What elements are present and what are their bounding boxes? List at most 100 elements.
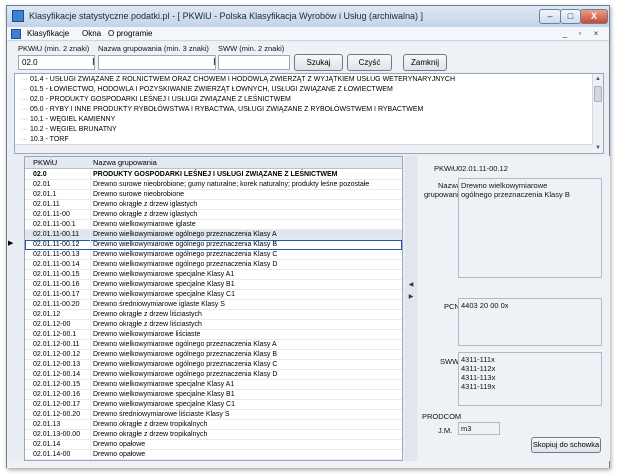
cell-pkwiu[interactable]: 02.01.12-00.20 <box>33 410 91 419</box>
collapse-left-icon[interactable]: ◀ <box>407 281 415 290</box>
menu-klasyfikacje[interactable]: Klasyfikacje <box>27 29 69 38</box>
table-row[interactable]: 02.01 Drewno surowe nieobrobione; gumy na… <box>25 180 402 190</box>
cell-name[interactable]: Drewno wielkowymiarowe specjalne Klasy C… <box>93 290 235 299</box>
cell-pkwiu[interactable]: 02.01.12-00.13 <box>33 360 91 369</box>
cell-name[interactable]: Drewno wielkowymiarowe specjalne Klasy C… <box>93 400 235 409</box>
classification-tree[interactable]: ··· 01.4 - USŁUGI ZWIĄZANE Z ROLNICTWEM … <box>14 73 604 154</box>
table-row[interactable]: 02.0 PRODUKTY GOSPODARKI LEŚNEJ I USŁUGI … <box>25 170 402 180</box>
close-window-button[interactable]: X <box>580 9 608 24</box>
cell-name[interactable]: Drewno okrągłe z drzew iglastych <box>93 200 197 209</box>
table-row[interactable]: 02.01.12-00.15 Drewno wielkowymiarowe spe… <box>25 380 402 390</box>
cell-pkwiu[interactable]: 02.01.11 <box>33 200 91 209</box>
name-filter-input[interactable] <box>98 55 216 70</box>
cell-name[interactable]: Drewno wielkowymiarowe specjalne Klasy A… <box>93 380 234 389</box>
table-row[interactable]: 02.01.11-00.20 Drewno średniowymiarowe ig… <box>25 300 402 310</box>
cell-pkwiu[interactable]: 02.01.13-00.00 <box>33 430 91 439</box>
close-button[interactable]: Zamknij <box>403 54 447 71</box>
minimize-button[interactable]: – <box>539 9 561 24</box>
tree-vertical-scrollbar[interactable]: ▲ ▼ <box>592 74 603 153</box>
table-row[interactable]: 02.01.11 Drewno okrągłe z drzew iglastych <box>25 200 402 210</box>
cell-pkwiu[interactable]: 02.01.11-00.12 <box>33 240 91 249</box>
title-bar[interactable]: Klasyfikacje statystyczne podatki.pl - [… <box>7 6 609 27</box>
cell-pkwiu[interactable]: 02.01.14-00 <box>33 450 91 459</box>
tree-item[interactable]: ··· 10.2 - WĘGIEL BRUNATNY <box>21 125 117 135</box>
cell-name[interactable]: Drewno wielkowymiarowe specjalne Klasy A… <box>93 270 234 279</box>
cell-name[interactable]: Drewno wielkowymiarowe specjalne Klasy B… <box>93 280 235 289</box>
cell-pkwiu[interactable]: 02.01.12-00.16 <box>33 390 91 399</box>
table-row[interactable]: 02.01.11-00.16 Drewno wielkowymiarowe spe… <box>25 280 402 290</box>
cell-pkwiu[interactable]: 02.0 <box>33 170 91 179</box>
maximize-button[interactable]: □ <box>560 9 581 24</box>
table-row[interactable]: 02.01.13-00.00 Drewno okrągłe z drzew tro… <box>25 430 402 440</box>
cell-name[interactable]: Drewno opałowe <box>93 440 145 449</box>
menu-o-programie[interactable]: O programie <box>108 29 152 38</box>
expand-right-icon[interactable]: ▶ <box>407 293 415 302</box>
table-row[interactable]: 02.01.12-00.1 Drewno wielkowymiarowe liśc… <box>25 330 402 340</box>
cell-name[interactable]: Drewno wielkowymiarowe ogólnego przeznac… <box>93 260 277 269</box>
table-row[interactable]: 02.01.12-00.14 Drewno wielkowymiarowe ogó… <box>25 370 402 380</box>
cell-name[interactable]: Drewno wielkowymiarowe ogólnego przeznac… <box>93 360 277 369</box>
table-row[interactable]: 02.01.11-00.14 Drewno wielkowymiarowe ogó… <box>25 260 402 270</box>
scroll-down-icon[interactable]: ▼ <box>593 143 603 153</box>
scroll-up-icon[interactable]: ▲ <box>593 74 603 84</box>
table-row[interactable]: 02.01.11-00 Drewno okrągłe z drzew iglast… <box>25 210 402 220</box>
mdi-child-icon[interactable] <box>11 29 21 39</box>
cell-pkwiu[interactable]: 02.01.12-00.11 <box>33 340 91 349</box>
table-row[interactable]: 02.01.1 Drewno surowe nieobrobione <box>25 190 402 200</box>
results-grid[interactable]: PKWiU Nazwa grupowania 02.0 PRODUKTY GOSP… <box>24 156 403 461</box>
cell-pkwiu[interactable]: 02.01.11-00 <box>33 210 91 219</box>
table-row[interactable]: 02.01.14-00 Drewno opałowe <box>25 450 402 460</box>
cell-name[interactable]: Drewno wielkowymiarowe ogólnego przeznac… <box>93 250 277 259</box>
cell-name[interactable]: Drewno wielkowymiarowe iglaste <box>93 220 196 229</box>
table-row[interactable]: 02.01.12 Drewno okrągłe z drzew liściasty… <box>25 310 402 320</box>
cell-name[interactable]: Drewno opałowe <box>93 450 145 459</box>
mdi-close-button[interactable]: × <box>590 29 602 39</box>
table-row[interactable]: 02.01.11-00.11 Drewno wielkowymiarowe ogó… <box>25 230 402 240</box>
table-row[interactable]: 02.01.11-00.17 Drewno wielkowymiarowe spe… <box>25 290 402 300</box>
cell-name[interactable]: Drewno wielkowymiarowe ogólnego przeznac… <box>93 230 277 239</box>
table-row[interactable]: 02.01.12-00.17 Drewno wielkowymiarowe spe… <box>25 400 402 410</box>
cell-name[interactable]: Drewno surowe nieobrobione; gumy natural… <box>93 180 369 189</box>
cell-name[interactable]: Drewno okrągłe z drzew iglastych <box>93 210 197 219</box>
cell-pkwiu[interactable]: 02.01.11-00.1 <box>33 220 91 229</box>
cell-pkwiu[interactable]: 02.01.12-00.17 <box>33 400 91 409</box>
table-row[interactable]: 02.01.12-00.11 Drewno wielkowymiarowe ogó… <box>25 340 402 350</box>
menu-okna[interactable]: Okna <box>82 29 101 38</box>
table-row[interactable]: 02.01.11-00.12 Drewno wielkowymiarowe ogó… <box>25 240 402 250</box>
cell-name[interactable]: Drewno wielkowymiarowe ogólnego przeznac… <box>93 350 277 359</box>
cell-pkwiu[interactable]: 02.01.11-00.14 <box>33 260 91 269</box>
pkwiu-filter-input[interactable] <box>18 55 95 70</box>
col-header-pkwiu[interactable]: PKWiU <box>33 158 57 167</box>
table-row[interactable]: 02.01.12-00.20 Drewno średniowymiarowe li… <box>25 410 402 420</box>
cell-pkwiu[interactable]: 02.01.14 <box>33 440 91 449</box>
table-row[interactable]: 02.01.11-00.13 Drewno wielkowymiarowe ogó… <box>25 250 402 260</box>
cell-pkwiu[interactable]: 02.01.1 <box>33 190 91 199</box>
table-row[interactable]: 02.01.14 Drewno opałowe <box>25 440 402 450</box>
table-row[interactable]: 02.01.12-00.13 Drewno wielkowymiarowe ogó… <box>25 360 402 370</box>
cell-name[interactable]: Drewno wielkowymiarowe ogólnego przeznac… <box>93 340 277 349</box>
cell-name[interactable]: Drewno okrągłe z drzew liściastych <box>93 320 202 329</box>
tree-item[interactable]: ··· 10.1 - WĘGIEL KAMIENNY <box>21 115 115 125</box>
cell-pkwiu[interactable]: 02.01.11-00.13 <box>33 250 91 259</box>
panel-splitter[interactable]: ◀ ▶ <box>405 156 417 461</box>
tree-item[interactable]: ··· 01.5 - ŁOWIECTWO, HODOWLA I POZYSKIW… <box>21 85 393 95</box>
cell-name[interactable]: Drewno surowe nieobrobione <box>93 190 184 199</box>
table-row[interactable]: 02.01.13 Drewno okrągłe z drzew tropikaln… <box>25 420 402 430</box>
cell-name[interactable]: Drewno średniowymiarowe iglaste Klasy S <box>93 300 225 309</box>
table-row[interactable]: 02.01.12-00.12 Drewno wielkowymiarowe ogó… <box>25 350 402 360</box>
scrollbar-thumb[interactable] <box>594 86 602 102</box>
cell-pkwiu[interactable]: 02.01.13 <box>33 420 91 429</box>
cell-pkwiu[interactable]: 02.01.11-00.15 <box>33 270 91 279</box>
col-header-name[interactable]: Nazwa grupowania <box>93 158 157 167</box>
search-button[interactable]: Szukaj <box>294 54 343 71</box>
cell-name[interactable]: Drewno okrągłe z drzew tropikalnych <box>93 430 207 439</box>
cell-pkwiu[interactable]: 02.01.12-00.14 <box>33 370 91 379</box>
cell-pkwiu[interactable]: 02.01.11-00.17 <box>33 290 91 299</box>
mdi-restore-button[interactable]: ▫ <box>574 29 586 39</box>
cell-name[interactable]: Drewno średniowymiarowe liściaste Klasy … <box>93 410 230 419</box>
cell-pkwiu[interactable]: 02.01 <box>33 180 91 189</box>
cell-pkwiu[interactable]: 02.01.11-00.20 <box>33 300 91 309</box>
cell-pkwiu[interactable]: 02.01.12 <box>33 310 91 319</box>
cell-pkwiu[interactable]: 02.01.11-00.11 <box>33 230 91 239</box>
tree-item[interactable]: ··· 05.0 - RYBY I INNE PRODUKTY RYBOŁÓWS… <box>21 105 423 115</box>
